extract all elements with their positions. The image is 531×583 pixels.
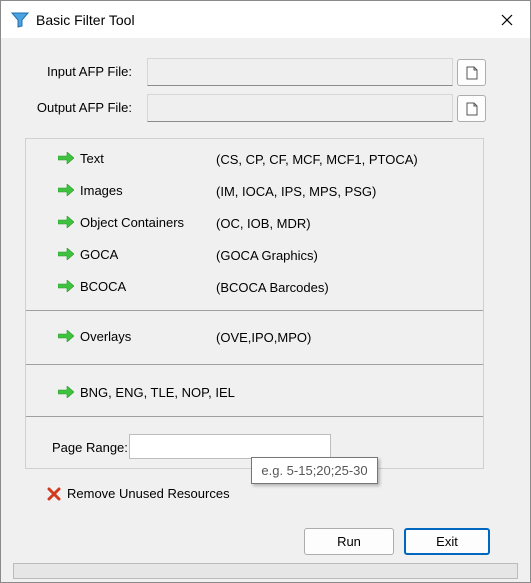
option-overlays-label: Overlays [80,328,132,344]
option-text-label: Text [80,150,104,166]
filter-icon [11,12,29,28]
divider [26,364,483,365]
option-overlays-desc: (OVE,IPO,MPO) [216,330,312,345]
option-object-containers[interactable]: Object Containers [58,213,184,231]
divider [26,416,483,417]
document-icon [466,102,477,115]
option-goca-desc: (GOCA Graphics) [216,248,318,263]
output-file-label: Output AFP File: [36,100,132,115]
option-images-label: Images [80,182,123,198]
title-bar: Basic Filter Tool [1,1,530,38]
remove-unused-checkbox[interactable]: Remove Unused Resources [47,486,230,501]
page-range-tooltip: e.g. 5-15;20;25-30 [251,457,378,484]
close-icon [501,14,513,25]
option-overlays[interactable]: Overlays [58,327,131,345]
green-arrow-icon [58,152,74,164]
exit-button[interactable]: Exit [404,528,490,555]
option-object-containers-label: Object Containers [80,214,185,230]
page-range-input[interactable] [129,434,331,459]
option-goca[interactable]: GOCA [58,245,118,263]
option-bcoca[interactable]: BCOCA [58,277,126,295]
green-arrow-icon [58,184,74,196]
green-arrow-icon [58,330,74,342]
window-title: Basic Filter Tool [36,12,135,28]
progress-bar [13,563,518,579]
input-file-field[interactable] [147,58,453,86]
option-images-desc: (IM, IOCA, IPS, MPS, PSG) [216,184,377,199]
option-misc[interactable]: BNG, ENG, TLE, NOP, IEL [58,383,235,401]
option-misc-label: BNG, ENG, TLE, NOP, IEL [80,384,235,400]
divider [26,310,483,311]
red-x-icon [47,487,61,500]
app-window: Basic Filter Tool Input AFP File: Output… [0,0,531,583]
close-button[interactable] [484,1,530,38]
option-images[interactable]: Images [58,181,123,199]
green-arrow-icon [58,248,74,260]
remove-unused-label: Remove Unused Resources [67,486,230,501]
option-text[interactable]: Text [58,149,104,167]
output-file-field[interactable] [147,94,453,122]
option-bcoca-label: BCOCA [80,278,127,294]
green-arrow-icon [58,280,74,292]
option-bcoca-desc: (BCOCA Barcodes) [216,280,329,295]
option-text-desc: (CS, CP, CF, MCF, MCF1, PTOCA) [216,152,418,167]
option-goca-label: GOCA [80,246,119,262]
document-icon [466,66,477,79]
filter-options-group: Text (CS, CP, CF, MCF, MCF1, PTOCA) Imag… [25,138,484,469]
browse-output-button[interactable] [457,95,486,122]
browse-input-button[interactable] [457,59,486,86]
input-file-label: Input AFP File: [46,64,132,79]
run-button[interactable]: Run [304,528,394,555]
green-arrow-icon [58,216,74,228]
page-range-label: Page Range: [52,440,128,455]
option-object-containers-desc: (OC, IOB, MDR) [216,216,311,231]
green-arrow-icon [58,386,74,398]
